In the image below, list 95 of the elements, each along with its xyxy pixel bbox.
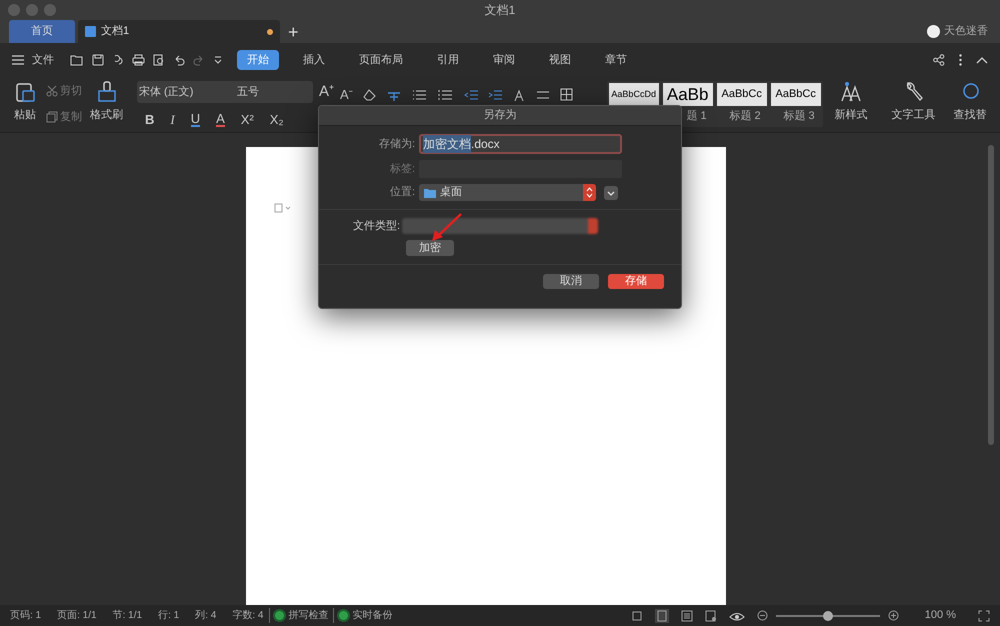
superscript-button[interactable]: X² — [240, 110, 254, 129]
scissors-icon[interactable] — [46, 85, 58, 98]
page-view-icon[interactable] — [654, 608, 669, 622]
status-toggle[interactable]: 拼写检查 — [288, 608, 328, 623]
shrink-font-button[interactable]: A⁻ — [340, 85, 353, 104]
style-preview[interactable]: AaBbCcDd — [608, 83, 659, 106]
field-label: 标签: — [388, 162, 416, 177]
border-icon[interactable] — [560, 88, 573, 102]
selected-text: 加密文档 — [423, 135, 471, 153]
status-item: 节: 1/1 — [112, 608, 142, 623]
file-name-field[interactable]: 加密文档.docx — [419, 134, 622, 154]
paste-icon[interactable] — [14, 81, 36, 103]
status-item: 页码: 1 — [10, 609, 42, 623]
zoom-in-icon[interactable] — [888, 610, 899, 621]
folder-icon — [424, 188, 436, 198]
underline-button[interactable]: U — [190, 112, 200, 127]
print-icon[interactable] — [132, 54, 145, 66]
grow-font-button[interactable]: A⁺ — [319, 81, 334, 104]
outline-view-icon[interactable] — [680, 610, 693, 622]
style-label: 标题 2 — [730, 109, 762, 124]
zoom-level: 100 % — [924, 608, 956, 624]
brush-icon[interactable] — [96, 81, 116, 103]
stepper-icon — [583, 184, 596, 201]
find-replace-button[interactable]: 查找替 — [954, 107, 987, 124]
new-style-button[interactable]: 新样式 — [834, 107, 868, 124]
style-preview[interactable]: AaBbCc — [716, 83, 767, 106]
menu-icon[interactable] — [12, 55, 24, 65]
font-field[interactable]: 宋体 (正文) — [137, 84, 235, 100]
file-extension: .docx — [471, 136, 500, 153]
tab[interactable]: 文档1 — [78, 20, 280, 43]
location-dropdown[interactable]: 桌面 — [419, 184, 596, 201]
status-item: 字数: 4 — [232, 608, 264, 623]
style-preview[interactable]: AaBb — [662, 83, 713, 106]
italic-button[interactable]: I — [170, 110, 175, 129]
focus-mode-icon[interactable] — [630, 610, 643, 622]
encrypt-button[interactable]: 加密 — [406, 240, 454, 256]
paragraph-spacing-icon[interactable] — [536, 88, 550, 101]
more-icon[interactable] — [959, 54, 962, 66]
field-label: 存储为: — [378, 136, 416, 152]
new-style-icon[interactable] — [840, 81, 862, 103]
line-spacing-icon[interactable] — [512, 88, 526, 102]
redo-icon[interactable] — [193, 54, 205, 66]
save-button[interactable]: 存储 — [608, 274, 664, 289]
paste-button[interactable]: 粘贴 — [14, 107, 36, 124]
outdent-icon[interactable] — [464, 88, 478, 101]
indent-icon[interactable] — [488, 88, 502, 101]
ribbon-tab[interactable]: 视图 — [539, 50, 581, 70]
ribbon-tab[interactable]: 插入 — [293, 50, 335, 70]
web-view-icon[interactable] — [704, 610, 717, 622]
ribbon-tab[interactable]: 章节 — [595, 50, 637, 70]
eraser-icon[interactable] — [362, 88, 376, 101]
scrollbar[interactable] — [988, 145, 994, 445]
subscript-button[interactable]: X₂ — [270, 110, 284, 129]
avatar-icon[interactable] — [927, 25, 940, 38]
print-preview-icon[interactable] — [153, 54, 165, 66]
status-toggle[interactable]: 实时备份 — [352, 608, 392, 623]
expand-button[interactable] — [604, 186, 618, 200]
cancel-button[interactable]: 取消 — [543, 274, 599, 289]
zoom-slider-thumb[interactable] — [822, 610, 833, 620]
pointer-arrow — [429, 212, 463, 242]
format-painter-button[interactable]: 格式刷 — [90, 107, 123, 124]
style-preview[interactable]: AaBbCc — [770, 83, 821, 106]
tab[interactable]: 首页 — [9, 20, 75, 43]
user-name[interactable]: 天色迷香 — [944, 23, 988, 40]
zoom-out-icon[interactable] — [756, 610, 768, 621]
numbered-list-icon[interactable] — [438, 88, 454, 101]
file-menu[interactable]: 文件 — [32, 52, 54, 68]
fullscreen-icon[interactable] — [978, 610, 990, 622]
font-color-button[interactable]: A — [216, 112, 225, 127]
window-title: 文档1 — [484, 2, 516, 19]
new-tab-button[interactable]: + — [288, 22, 299, 40]
collapse-icon[interactable] — [976, 56, 988, 64]
bullet-list-icon[interactable] — [412, 88, 428, 101]
status-item: 列: 4 — [195, 609, 216, 623]
status-item: 页面: 1/1 — [57, 609, 97, 623]
ribbon-tab[interactable]: 页面布局 — [349, 50, 413, 70]
field-label: 文件类型: — [352, 218, 401, 234]
ribbon-tab[interactable]: 审阅 — [483, 50, 525, 70]
share-icon[interactable] — [933, 54, 945, 66]
style-label: 题 1 — [686, 109, 708, 124]
bold-button[interactable]: B — [145, 110, 154, 129]
page-corner-icon — [274, 203, 292, 213]
dialog-title: 另存为 — [484, 108, 516, 124]
open-folder-icon[interactable] — [70, 54, 84, 66]
style-label: 标题 3 — [784, 109, 816, 124]
save-icon[interactable] — [92, 54, 104, 66]
undo-icon[interactable] — [173, 54, 185, 66]
document-icon — [85, 26, 96, 37]
dropdown-icon[interactable] — [213, 55, 223, 65]
font-size-field[interactable]: 五号 — [235, 84, 259, 100]
ribbon-tab[interactable]: 引用 — [427, 50, 469, 70]
field-label: 位置: — [388, 185, 416, 200]
status-item: 行: 1 — [158, 609, 180, 623]
text-tools-button[interactable]: 文字工具 — [892, 107, 936, 124]
copy-icon[interactable] — [46, 110, 58, 123]
